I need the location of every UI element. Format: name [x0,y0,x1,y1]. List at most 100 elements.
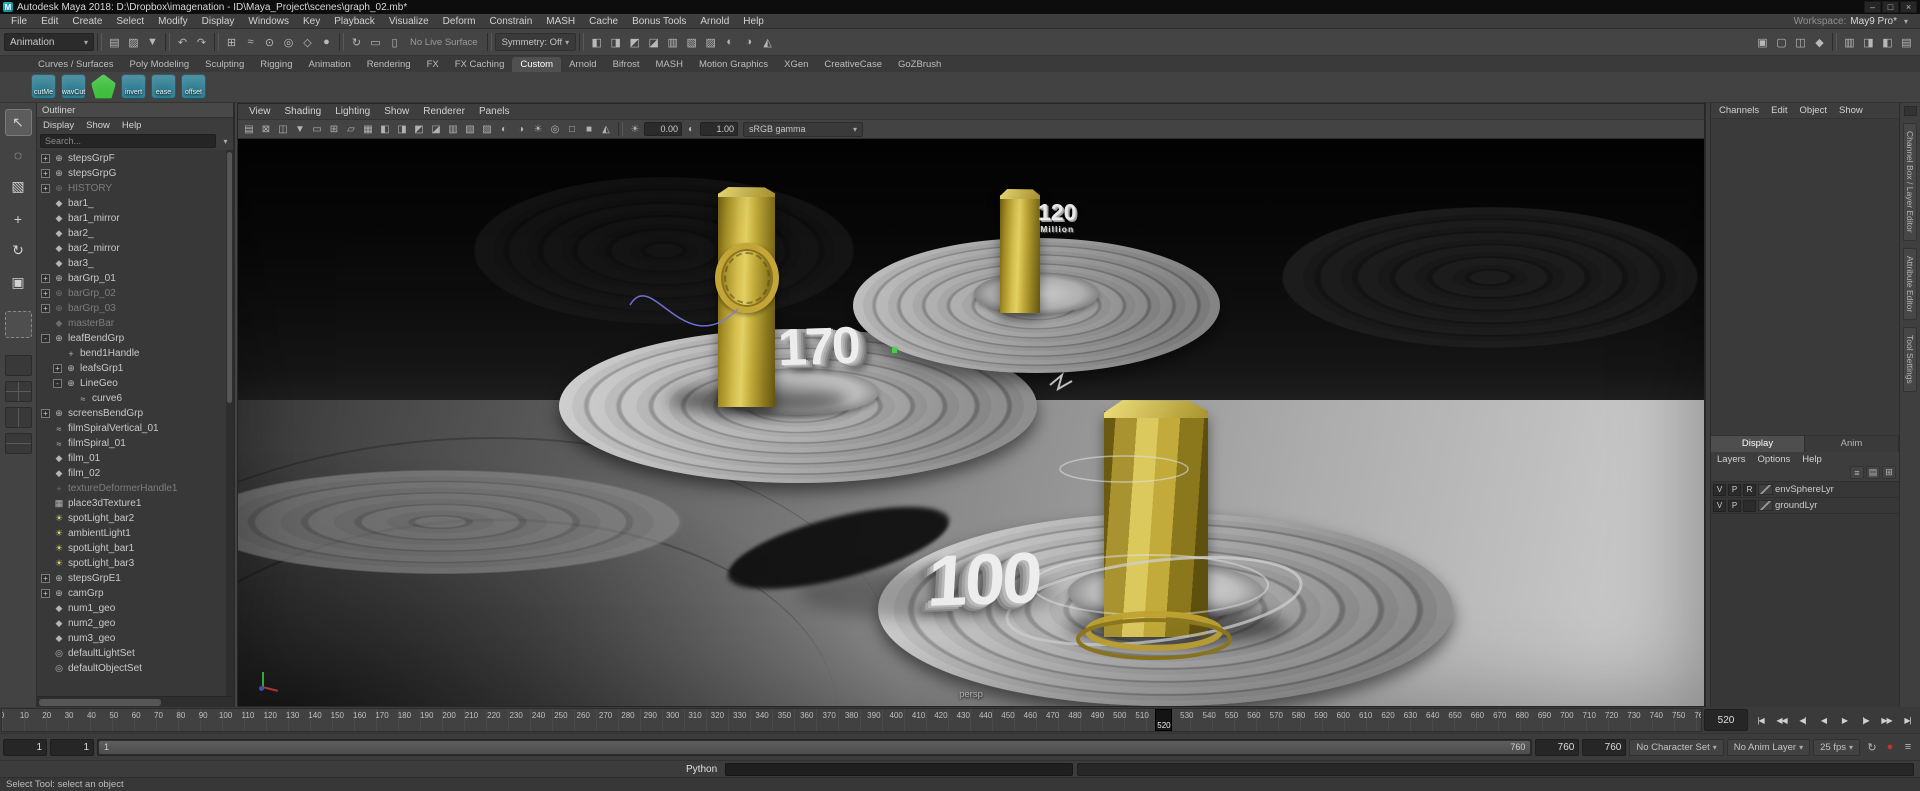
construction-history-icon[interactable]: ↻ [347,33,366,52]
wireframe-display-icon[interactable]: ◧ [587,33,606,52]
wireframe-icon[interactable]: ▨ [479,122,495,137]
layout-two-pane-stacked-button[interactable] [4,433,32,454]
layer-visibility-toggle[interactable]: V [1713,483,1726,496]
outliner-item-bar3[interactable]: ◆ bar3_ [37,256,233,271]
auto-keyframe-icon[interactable]: ● [1881,739,1899,756]
xray-icon[interactable]: ◭ [598,122,614,137]
outliner-item-bargrp-02[interactable]: + ⊕ barGrp_02 [37,286,233,301]
shelf-tab-bifrost[interactable]: Bifrost [605,57,648,72]
shadows-icon[interactable]: ◎ [547,122,563,137]
layout-four-pane-button[interactable] [4,381,32,402]
show-attribute-editor-icon[interactable]: ◨ [1859,33,1878,52]
layer-row-groundlyr[interactable]: V PgroundLyr [1711,498,1899,514]
menu-cache[interactable]: Cache [582,16,625,27]
layout-two-pane-side-button[interactable] [4,407,32,428]
outliner-vertical-scrollbar[interactable] [226,150,233,696]
character-set-dropdown[interactable]: No Character Set [1629,738,1724,756]
channel-menu-channels[interactable]: Channels [1713,105,1765,116]
shaded-display-icon[interactable]: ◨ [606,33,625,52]
shelf-tab-poly-modeling[interactable]: Poly Modeling [122,57,198,72]
time-ruler[interactable]: 520 0 10 20 30 40 50 60 70 80 90 100 110 120 130 140 15… [1,708,1702,732]
viewport-scene[interactable]: 170 120 Million 100 persp [238,139,1704,706]
field-chart-icon[interactable]: ◪ [428,122,444,137]
open-render-view-icon[interactable]: ▭ [366,33,385,52]
safe-title-icon[interactable]: ▧ [462,122,478,137]
manipulator-handle[interactable] [892,348,897,353]
snap-view-plane-icon[interactable]: ◇ [298,33,317,52]
render-settings-icon[interactable]: ◆ [1810,33,1829,52]
image-plane-icon[interactable]: ▭ [309,122,325,137]
xray-display-icon[interactable]: ◑ [739,33,758,52]
ao-icon[interactable]: □ [564,122,580,137]
outliner-tree[interactable]: + ⊕ stepsGrpF + ⊕ stepsGrpG + ⊕ HISTORY ◆ bar1_ ◆ ba… [37,150,233,696]
outliner-item-bend1handle[interactable]: + bend1Handle [37,346,233,361]
outliner-item-stepsgrpf[interactable]: + ⊕ stepsGrpF [37,151,233,166]
play-forwards-button[interactable]: ▶ [1834,709,1855,731]
menu-file[interactable]: File [4,16,34,27]
minimize-button[interactable]: – [1864,1,1881,13]
layer-display-type-toggle[interactable]: R [1743,483,1756,496]
outliner-horizontal-scrollbar[interactable] [37,696,233,707]
outliner-item-place3dtexture1[interactable]: ▦ place3dTexture1 [37,496,233,511]
snap-point-icon[interactable]: ⊙ [260,33,279,52]
search-input[interactable] [40,134,216,148]
new-empty-layer-icon[interactable]: ▤ [1866,466,1880,479]
shelf-item-offset[interactable]: offset [180,74,207,99]
expand-icon[interactable]: + [53,364,62,373]
motion-blur-icon[interactable]: ■ [581,122,597,137]
shelf-tab-fx-caching[interactable]: FX Caching [447,57,513,72]
layer-tab-anim[interactable]: Anim [1805,436,1899,452]
outliner-item-bargrp-03[interactable]: + ⊕ barGrp_03 [37,301,233,316]
ipr-render-current-icon[interactable]: ▢ [1772,33,1791,52]
outliner-item-bar2-mirror[interactable]: ◆ bar2_mirror [37,241,233,256]
show-tool-settings-icon[interactable]: ◧ [1878,33,1897,52]
scrollbar-thumb[interactable] [227,152,232,404]
channel-box-body[interactable] [1711,119,1899,436]
layout-single-pane-button[interactable] [4,355,32,376]
bookmarks-icon[interactable]: ▼ [292,122,308,137]
outliner-item-leafsgrp1[interactable]: + ⊕ leafsGrp1 [37,361,233,376]
safe-action-icon[interactable]: ▥ [445,122,461,137]
playback-end-field[interactable]: 760 [1582,738,1627,756]
gold-bar-back[interactable] [1000,189,1040,313]
layer-playback-toggle[interactable]: P [1728,499,1741,512]
outliner-item-stepsgrpg[interactable]: + ⊕ stepsGrpG [37,166,233,181]
expand-icon[interactable]: + [41,409,50,418]
move-layer-up-icon[interactable]: ≡ [1850,466,1864,479]
outliner-item-defaultobjectset[interactable]: ◎ defaultObjectSet [37,661,233,676]
workspace-value[interactable]: May9 Pro* [1850,16,1897,27]
outliner-item-defaultlightset[interactable]: ◎ defaultLightSet [37,646,233,661]
outliner-item-spotlight-bar3[interactable]: ☀ spotLight_bar3 [37,556,233,571]
panel-menu-renderer[interactable]: Renderer [416,106,472,117]
select-camera-icon[interactable]: ▤ [241,122,257,137]
menu-edit[interactable]: Edit [34,16,65,27]
lighting-display-icon[interactable]: ◪ [644,33,663,52]
layer-color-swatch[interactable] [1758,484,1773,495]
menu-mash[interactable]: MASH [539,16,582,27]
lock-camera-icon[interactable]: ⊠ [258,122,274,137]
view-transform-dropdown[interactable]: sRGB gamma [743,121,863,137]
expand-icon[interactable]: + [41,304,50,313]
select-tool-icon[interactable]: ↖ [4,109,32,136]
outliner-item-spotlight-bar2[interactable]: ☀ spotLight_bar2 [37,511,233,526]
expand-icon[interactable]: + [41,154,50,163]
outliner-item-linegeo[interactable]: - ⊕ LineGeo [37,376,233,391]
open-scene-icon[interactable]: ▨ [124,33,143,52]
shelf-item-invert[interactable]: invert [120,74,147,99]
camera-attributes-icon[interactable]: ◫ [275,122,291,137]
shelf-tab-rendering[interactable]: Rendering [359,57,419,72]
outliner-item-film-02[interactable]: ◆ film_02 [37,466,233,481]
shelf-item-ease[interactable]: ease [150,74,177,99]
outliner-item-masterbar[interactable]: ◆ masterBar [37,316,233,331]
shaded-icon[interactable]: ◐ [496,122,512,137]
expand-icon[interactable]: + [41,574,50,583]
rotate-tool-icon[interactable]: ↻ [5,237,32,264]
menu-bonus-tools[interactable]: Bonus Tools [625,16,693,27]
exposure-icon[interactable]: ☀ [627,122,643,137]
outliner-item-filmspiral-01[interactable]: ≈ filmSpiral_01 [37,436,233,451]
exposure-field[interactable]: 0.00 [644,122,682,136]
menu-key[interactable]: Key [296,16,327,27]
layer-playback-toggle[interactable]: P [1728,483,1741,496]
panel-menu-show[interactable]: Show [377,106,416,117]
gamma-field[interactable]: 1.00 [700,122,738,136]
